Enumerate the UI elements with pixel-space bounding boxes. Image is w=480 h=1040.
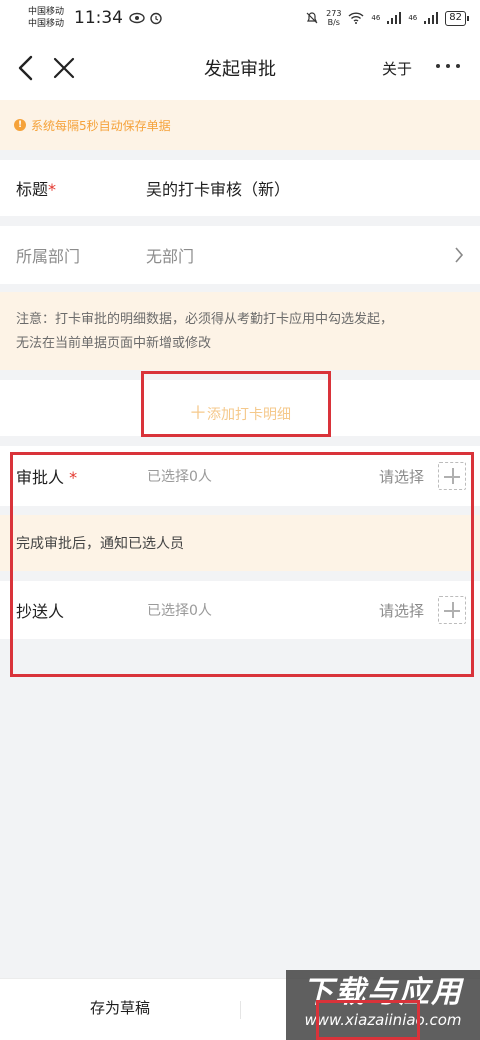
carrier-1: 中国移动 <box>28 7 65 17</box>
notice-line-2: 无法在当前单据页面中新增或修改 <box>16 336 212 351</box>
signal-icon <box>424 12 439 24</box>
highlight-box <box>10 452 474 677</box>
clock: 11:34 <box>74 8 123 28</box>
title-label: 标题* <box>16 176 146 200</box>
nav-bar: 发起审批 关于 <box>0 36 480 100</box>
battery-indicator: 82 <box>445 10 469 26</box>
wifi-icon <box>348 12 364 24</box>
eye-icon <box>129 12 145 24</box>
punch-detail-notice: 注意：打卡审批的明细数据，必须得从考勤打卡应用中勾选发起， 无法在当前单据页面中… <box>0 292 480 370</box>
highlight-box <box>316 1000 420 1040</box>
title-label-text: 标题 <box>16 180 49 199</box>
title-value[interactable]: 吴的打卡审核（新） <box>146 176 290 200</box>
alarm-icon <box>150 12 162 25</box>
network-speed: 273 B/s <box>326 9 341 27</box>
speed-value: 273 <box>326 9 342 18</box>
status-bar: 中国移动 中国移动 11:34 273 B/s 46 46 82 <box>0 0 480 36</box>
carrier-info: 中国移动 中国移动 <box>28 6 72 30</box>
highlight-box <box>141 371 331 437</box>
about-button[interactable]: 关于 <box>382 58 412 79</box>
speed-unit: B/s <box>327 18 340 27</box>
notice-line-1: 注意：打卡审批的明细数据，必须得从考勤打卡应用中勾选发起， <box>16 312 394 327</box>
department-label: 所属部门 <box>16 247 81 266</box>
carrier-2: 中国移动 <box>28 19 65 29</box>
autosave-text: 系统每隔5秒自动保存单据 <box>31 118 171 133</box>
title-field[interactable]: 标题* 吴的打卡审核（新） <box>0 160 480 216</box>
department-value: 无部门 <box>146 247 195 266</box>
department-field[interactable]: 所属部门 无部门 <box>0 226 480 284</box>
divider <box>240 1001 241 1019</box>
signal-1-label: 46 <box>371 14 381 22</box>
more-options-icon[interactable] <box>436 64 460 68</box>
warning-icon: ! <box>14 119 26 131</box>
autosave-notice: ! 系统每隔5秒自动保存单据 <box>0 100 480 150</box>
mute-bell-icon <box>306 12 318 24</box>
chevron-right-icon[interactable] <box>454 247 464 263</box>
signal-icon <box>387 12 402 24</box>
required-mark: * <box>48 180 57 199</box>
signal-2-label: 46 <box>408 14 418 22</box>
save-draft-button[interactable]: 存为草稿 <box>0 997 240 1018</box>
